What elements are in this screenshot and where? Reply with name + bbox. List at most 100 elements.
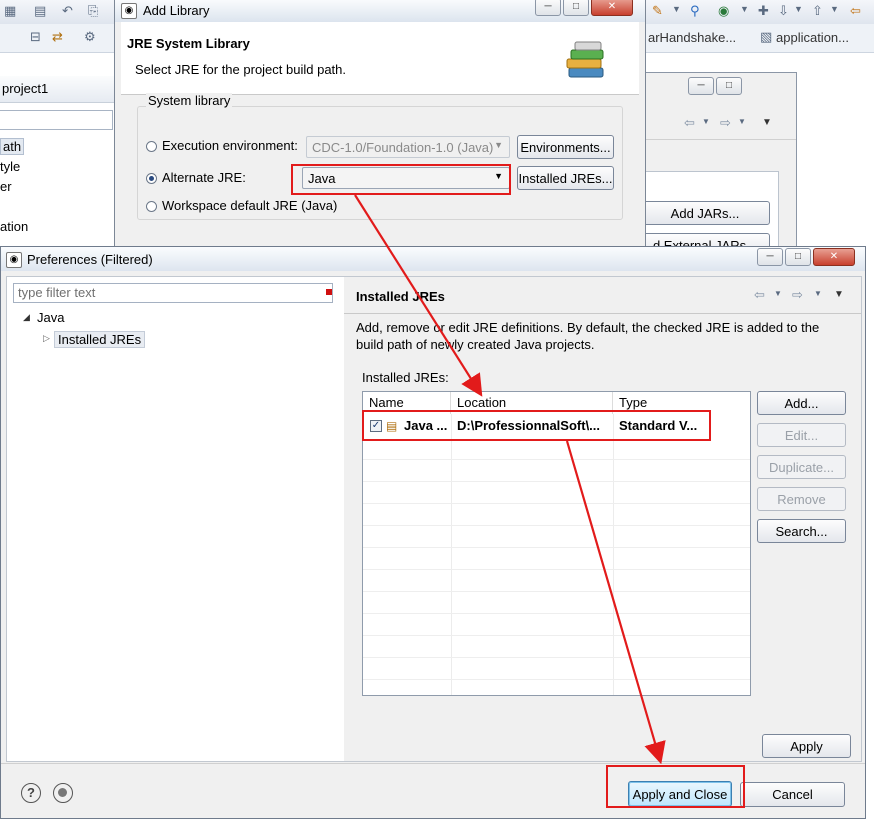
nav-bar: ⇦ ▼ ⇨ ▼ ▼ bbox=[640, 107, 796, 140]
dialog-title: Add Library bbox=[143, 3, 210, 18]
alternate-jre-label: Alternate JRE: bbox=[162, 170, 246, 185]
annotation-highlight-alternate-jre bbox=[291, 164, 511, 195]
collapse-icon[interactable]: ⊟ bbox=[30, 29, 41, 45]
panel-filter-field[interactable] bbox=[0, 110, 113, 130]
annotation-highlight-apply-close bbox=[606, 765, 745, 808]
chevron-down-icon[interactable]: ▼ bbox=[738, 117, 746, 126]
xml-file-icon: ▧ bbox=[760, 29, 773, 44]
import-export-icon[interactable] bbox=[53, 783, 73, 803]
property-item[interactable]: tyle bbox=[0, 159, 20, 174]
menu-icon[interactable]: ⚙ bbox=[84, 29, 96, 45]
back-arrow-icon[interactable]: ⇦ bbox=[754, 287, 765, 303]
clear-filter-icon[interactable] bbox=[326, 289, 332, 295]
chevron-down-icon[interactable]: ▼ bbox=[830, 4, 839, 14]
minimize-button[interactable]: ─ bbox=[757, 248, 783, 266]
property-item[interactable]: ation bbox=[0, 219, 28, 234]
table-row-empty bbox=[363, 438, 750, 460]
installed-jres-button[interactable]: Installed JREs... bbox=[517, 166, 614, 190]
apply-button[interactable]: Apply bbox=[762, 734, 851, 758]
annotation-highlight-jre-row bbox=[362, 410, 711, 441]
cancel-button[interactable]: Cancel bbox=[740, 782, 845, 807]
view-menu-icon[interactable]: ▼ bbox=[762, 117, 772, 128]
page-title: Installed JREs bbox=[356, 289, 445, 304]
table-label: Installed JREs: bbox=[362, 370, 449, 385]
execution-environment-label: Execution environment: bbox=[162, 138, 298, 153]
table-row-empty bbox=[363, 592, 750, 614]
editor-tab[interactable]: arHandshake... bbox=[648, 30, 736, 45]
maximize-button[interactable]: □ bbox=[785, 248, 811, 266]
property-item[interactable]: er bbox=[0, 179, 12, 194]
toolbar-icon[interactable]: ✚ bbox=[758, 3, 769, 19]
forward-arrow-icon[interactable]: ⇨ bbox=[792, 287, 803, 303]
chevron-down-icon[interactable]: ▼ bbox=[672, 4, 681, 14]
workspace-default-radio[interactable] bbox=[146, 201, 157, 212]
minimize-button[interactable]: ─ bbox=[535, 0, 561, 16]
search-icon[interactable]: ⚲ bbox=[690, 3, 700, 19]
table-row-empty bbox=[363, 504, 750, 526]
alternate-jre-radio[interactable] bbox=[146, 173, 157, 184]
window-controls: ─ □ ✕ bbox=[535, 0, 633, 16]
chevron-down-icon[interactable]: ▼ bbox=[740, 4, 749, 14]
table-row-empty bbox=[363, 460, 750, 482]
add-jars-button[interactable]: Add JARs... bbox=[640, 201, 770, 225]
wizard-subheading: Select JRE for the project build path. bbox=[135, 62, 347, 77]
chevron-down-icon[interactable]: ▼ bbox=[794, 4, 803, 14]
filter-input[interactable]: type filter text bbox=[13, 283, 333, 303]
panel-title: project1 bbox=[2, 81, 49, 96]
separator bbox=[344, 313, 861, 314]
forward-arrow-icon[interactable]: ⇨ bbox=[720, 115, 731, 131]
page-description: Add, remove or edit JRE definitions. By … bbox=[356, 320, 820, 352]
chevron-down-icon: ▼ bbox=[494, 140, 503, 150]
view-menu-icon[interactable]: ▼ bbox=[834, 289, 844, 300]
property-item-build-path[interactable]: ath bbox=[0, 138, 25, 155]
back-arrow-icon[interactable]: ⇦ bbox=[684, 115, 695, 131]
system-library-group: System library Execution environment: CD… bbox=[137, 93, 623, 220]
tree-item-installed-jres[interactable]: Installed JREs bbox=[54, 331, 146, 348]
toolbar-icon[interactable]: ▦ bbox=[4, 3, 16, 19]
add-jre-button[interactable]: Add... bbox=[757, 391, 846, 415]
table-row-empty bbox=[363, 548, 750, 570]
editor-tab[interactable]: application... bbox=[776, 30, 849, 45]
search-jre-button[interactable]: Search... bbox=[757, 519, 846, 543]
tree-collapsed-icon[interactable]: ▷ bbox=[43, 333, 50, 344]
combo-value: CDC-1.0/Foundation-1.0 (Java) bbox=[312, 139, 494, 155]
undo-icon[interactable]: ↶ bbox=[62, 3, 73, 19]
wizard-header: JRE System Library Select JRE for the pr… bbox=[121, 22, 639, 95]
preference-tree-panel: type filter text ◢ Java ▷ Installed JREs bbox=[6, 276, 345, 762]
wizard-heading: JRE System Library bbox=[127, 36, 250, 51]
table-row-empty bbox=[363, 526, 750, 548]
tree-item-java[interactable]: Java bbox=[37, 310, 64, 325]
pin-icon[interactable]: ✎ bbox=[652, 3, 663, 19]
close-button[interactable]: ✕ bbox=[813, 248, 855, 266]
chevron-down-icon[interactable]: ▼ bbox=[814, 289, 822, 298]
link-icon[interactable]: ⇄ bbox=[52, 29, 63, 45]
panel-header: project1 bbox=[0, 76, 114, 103]
execution-environment-radio[interactable] bbox=[146, 141, 157, 152]
prev-annotation-icon[interactable]: ⇧ bbox=[812, 3, 823, 19]
execution-environment-combo[interactable]: CDC-1.0/Foundation-1.0 (Java) ▼ bbox=[306, 136, 510, 158]
toolbar-icon[interactable]: ⎘ bbox=[88, 3, 98, 19]
maximize-button[interactable]: □ bbox=[716, 77, 742, 95]
tree-expanded-icon[interactable]: ◢ bbox=[23, 312, 30, 323]
globe-icon[interactable]: ◉ bbox=[718, 3, 729, 19]
project-properties-panel: project1 ath tyle er ation bbox=[0, 76, 115, 246]
remove-jre-button[interactable]: Remove bbox=[757, 487, 846, 511]
help-icon[interactable]: ? bbox=[21, 783, 41, 803]
close-button[interactable]: ✕ bbox=[591, 0, 633, 16]
minimize-button[interactable]: ─ bbox=[688, 77, 714, 95]
chevron-down-icon[interactable]: ▼ bbox=[774, 289, 782, 298]
back-icon[interactable]: ⇦ bbox=[850, 3, 861, 19]
table-row-empty bbox=[363, 570, 750, 592]
toolbar-icon[interactable]: ▤ bbox=[34, 3, 46, 19]
table-row-empty bbox=[363, 658, 750, 680]
maximize-button[interactable]: □ bbox=[563, 0, 589, 16]
environments-button[interactable]: Environments... bbox=[517, 135, 614, 159]
next-annotation-icon[interactable]: ⇩ bbox=[778, 3, 789, 19]
window-controls: ─ □ bbox=[688, 77, 742, 95]
duplicate-jre-button[interactable]: Duplicate... bbox=[757, 455, 846, 479]
workspace-default-label: Workspace default JRE (Java) bbox=[162, 198, 338, 213]
title-bar: ◉ Preferences (Filtered) ─ □ ✕ bbox=[1, 247, 865, 271]
chevron-down-icon[interactable]: ▼ bbox=[702, 117, 710, 126]
edit-jre-button[interactable]: Edit... bbox=[757, 423, 846, 447]
add-library-dialog: ◉ Add Library ─ □ ✕ JRE System Library S… bbox=[114, 0, 646, 247]
